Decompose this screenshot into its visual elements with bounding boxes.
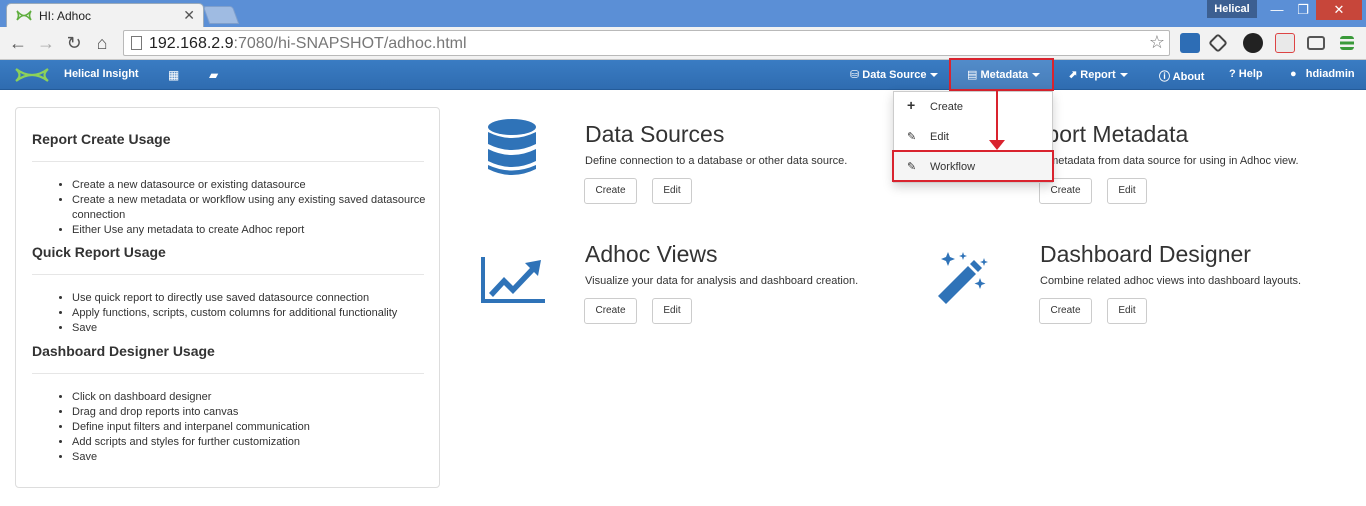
line-chart-icon [481,257,545,303]
section-title: Report Create Usage [32,131,171,147]
eyedropper-icon[interactable] [1208,33,1228,53]
url-text: 192.168.2.9:7080/hi-SNAPSHOT/adhoc.html [149,35,467,53]
browser-tab[interactable]: HI: Adhoc ✕ [6,3,204,27]
usage-list: Create a new datasource or existing data… [72,178,432,238]
list-item: Define input filters and interpanel comm… [72,420,432,435]
tab-close-icon[interactable]: ✕ [183,7,195,24]
usage-list: Click on dashboard designer Drag and dro… [72,390,432,465]
usage-list: Use quick report to directly use saved d… [72,291,432,336]
nav-user[interactable]: ● hdiadmin [1290,68,1355,80]
divider [32,161,424,162]
cast-icon[interactable] [1307,36,1325,50]
helical-favicon-icon [16,10,32,21]
section-title: Quick Report Usage [32,244,166,260]
menu-icon[interactable] [1340,36,1354,50]
nav-help-label: Help [1238,68,1263,80]
nav-about[interactable]: ⓘ About [1159,68,1204,84]
card-title: Adhoc Views [585,241,718,267]
divider [32,373,424,374]
maximize-button[interactable]: ❐ [1290,0,1316,20]
menu-item-create[interactable]: + Create [894,92,1052,122]
url-host: 192.168.2.9 [149,35,234,52]
pencil-icon: ✎ [907,131,917,143]
chart-small-icon: ⬈ [1068,69,1078,81]
nav-help[interactable]: ? Help [1229,68,1263,80]
database-icon [488,119,536,175]
reload-icon[interactable]: ↻ [64,33,84,54]
address-bar[interactable]: 192.168.2.9:7080/hi-SNAPSHOT/adhoc.html … [123,30,1170,56]
extension-s-icon[interactable] [1180,33,1200,53]
nav-data-source-label: Data Source [862,69,927,81]
list-item: Apply functions, scripts, custom columns… [72,306,432,321]
list-item: Add scripts and styles for further custo… [72,435,432,450]
page-icon [131,36,142,50]
browser-toolbar: ← → ↻ ⌂ 192.168.2.9:7080/hi-SNAPSHOT/adh… [0,27,1366,60]
list-item: Save [72,321,432,336]
report-metadata-edit-button[interactable]: Edit [1107,178,1147,204]
browser-profile-badge[interactable]: Helical [1207,0,1257,18]
info-icon: ⓘ [1159,71,1170,83]
annotation-arrow-head [989,140,1005,150]
list-item: Create a new metadata or workflow using … [72,193,432,223]
list-item: Drag and drop reports into canvas [72,405,432,420]
plus-icon: + [907,97,916,113]
tab-title: HI: Adhoc [39,9,92,23]
chevron-down-icon [930,73,939,78]
bookmark-star-icon[interactable]: ☆ [1149,32,1165,53]
back-arrow-icon[interactable]: ← [8,33,28,54]
minimize-button[interactable]: — [1264,0,1290,20]
grid-icon[interactable]: ▦ [168,68,179,82]
divider [32,274,424,275]
nav-user-label: hdiadmin [1305,68,1355,80]
menu-item-label: Edit [930,131,949,143]
magic-wand-icon [938,252,988,304]
data-sources-create-button[interactable]: Create [584,178,637,204]
home-icon[interactable]: ⌂ [92,33,112,54]
dashboard-designer-create-button[interactable]: Create [1039,298,1092,324]
list-item: Click on dashboard designer [72,390,432,405]
card-description: Define connection to a database or other… [585,155,848,167]
app-navbar: Helical Insight ▦ ▰ ⛁ Data Source ▤ Meta… [0,60,1366,90]
list-item: Either Use any metadata to create Adhoc … [72,223,432,238]
list-item: Save [72,450,432,465]
question-icon: ? [1229,68,1236,80]
card-description: Visualize your data for analysis and das… [585,275,859,287]
dashboard-designer-edit-button[interactable]: Edit [1107,298,1147,324]
nav-about-label: About [1172,71,1205,83]
user-icon: ● [1290,68,1297,80]
helical-logo-icon [15,68,49,82]
database-small-icon: ⛁ [850,69,860,81]
nav-report[interactable]: ⬈ Report [1068,68,1128,81]
card-description: Combine related adhoc views into dashboa… [1040,275,1302,287]
metadata-highlight-box [949,58,1054,91]
extension-dial-icon[interactable] [1243,33,1263,53]
data-sources-edit-button[interactable]: Edit [652,178,692,204]
brand-name[interactable]: Helical Insight [64,68,139,80]
adhoc-views-create-button[interactable]: Create [584,298,637,324]
section-title: Dashboard Designer Usage [32,343,215,359]
menu-item-edit[interactable]: ✎ Edit [894,122,1052,152]
card-description: Create metadata from data source for usi… [1013,155,1299,167]
adhoc-views-edit-button[interactable]: Edit [652,298,692,324]
close-window-button[interactable]: ✕ [1316,0,1362,20]
chevron-down-icon [1119,73,1128,78]
forward-arrow-icon[interactable]: → [36,33,56,54]
list-item: Use quick report to directly use saved d… [72,291,432,306]
new-tab-button[interactable] [202,6,240,24]
menu-item-label: Create [930,101,964,113]
annotation-arrow-line [996,91,998,143]
list-item: Create a new datasource or existing data… [72,178,432,193]
usage-panel: Report Create Usage Create a new datasou… [15,107,440,488]
card-title: Data Sources [585,121,725,147]
extension-red-icon[interactable] [1275,33,1295,53]
browser-titlebar: HI: Adhoc ✕ Helical — ❐ ✕ [0,0,1366,27]
url-path: :7080/hi-SNAPSHOT/adhoc.html [233,35,467,52]
nav-report-label: Report [1080,69,1116,81]
card-title: Dashboard Designer [1040,241,1251,267]
workflow-highlight-box [892,150,1054,182]
nav-data-source[interactable]: ⛁ Data Source [850,68,939,81]
folder-icon[interactable]: ▰ [209,68,218,82]
